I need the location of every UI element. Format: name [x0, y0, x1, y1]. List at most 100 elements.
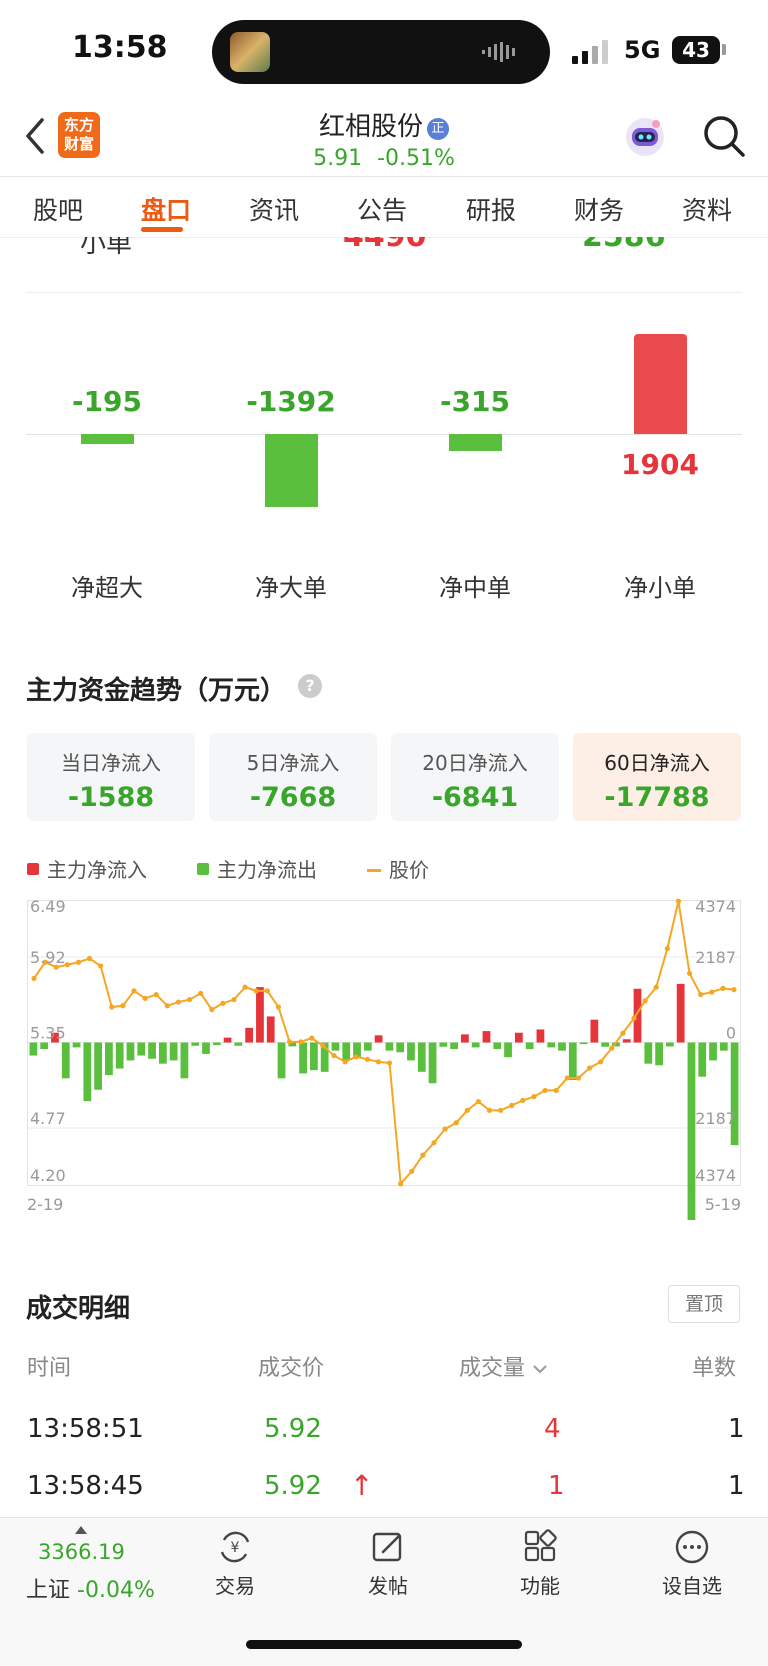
price-point — [220, 1000, 226, 1006]
nav-label: 交易 — [215, 1574, 255, 1598]
outflow-bar — [450, 1042, 459, 1050]
fund-trend-chart[interactable]: 6.49 5.92 5.35 4.77 4.20 4374 2187 0 2187 4374 2-… — [0, 890, 768, 1220]
svg-text:¥: ¥ — [231, 1540, 240, 1556]
legend-price: 股价 — [367, 854, 429, 883]
price-point — [486, 1107, 493, 1113]
header-volume-sort[interactable]: 成交量 — [459, 1350, 548, 1382]
price-point — [575, 1075, 582, 1081]
outflow-bar — [180, 1042, 189, 1079]
tab-finance[interactable]: 财务 — [574, 191, 624, 227]
price-point — [475, 1099, 482, 1105]
price-point — [286, 1039, 293, 1045]
inflow-bar — [223, 1037, 232, 1043]
nav-trade[interactable]: ¥ 交易 — [175, 1528, 295, 1599]
expand-up-icon — [75, 1526, 87, 1534]
outflow-bar — [158, 1042, 167, 1064]
robot-assistant-icon[interactable] — [622, 114, 668, 160]
outflow-bar — [568, 1042, 577, 1080]
outflow-bar — [493, 1042, 502, 1050]
tab-bar: 股吧 盘口 资讯 公告 研报 财务 资料 — [0, 176, 768, 238]
card-5day-net-inflow[interactable]: 5日净流入 -7668 — [209, 733, 377, 821]
price-point — [586, 1065, 593, 1071]
price-point — [31, 975, 37, 982]
stock-name: 红相股份 — [318, 112, 423, 142]
outflow-bar — [234, 1042, 243, 1046]
card-60day-net-inflow[interactable]: 60日净流入 -17788 — [573, 733, 741, 821]
dynamic-island[interactable] — [212, 20, 550, 84]
outflow-bar — [94, 1042, 103, 1090]
inflow-bar — [256, 987, 264, 1043]
help-icon[interactable]: ? — [298, 674, 322, 698]
card-today-net-inflow[interactable]: 当日净流入 -1588 — [27, 733, 195, 821]
price-point — [253, 988, 259, 994]
card-20day-net-inflow[interactable]: 20日净流入 -6841 — [391, 733, 559, 821]
price-point — [264, 988, 270, 994]
tab-pankou[interactable]: 盘口 — [141, 191, 191, 227]
outflow-bar — [417, 1042, 426, 1072]
price-point — [709, 989, 715, 995]
trade-icon: ¥ — [220, 1531, 250, 1563]
legend-label: 主力净流入 — [47, 858, 147, 882]
search-icon[interactable] — [700, 112, 748, 160]
outflow-bar — [126, 1042, 135, 1061]
price-point — [620, 1030, 626, 1036]
price-point — [75, 959, 82, 965]
outflow-bar — [719, 1042, 728, 1051]
pin-top-button[interactable]: 置顶 — [668, 1285, 740, 1323]
legend-label: 主力净流出 — [217, 858, 317, 882]
more-dots-icon — [675, 1530, 709, 1564]
tab-research[interactable]: 研报 — [466, 191, 516, 227]
trade-row-2-price: 5.92 — [264, 1471, 322, 1501]
header-time: 时间 — [27, 1356, 72, 1381]
bar-value-large: -1392 — [246, 385, 336, 418]
price-point — [142, 995, 148, 1001]
tab-profile[interactable]: 资料 — [682, 191, 732, 227]
nav-add-watchlist[interactable]: 设自选 — [632, 1528, 752, 1599]
outflow-bar — [407, 1042, 415, 1061]
status-time: 13:58 — [72, 30, 168, 65]
outflow-bar — [115, 1042, 124, 1069]
price-point — [109, 1004, 115, 1010]
outflow-bar — [698, 1042, 707, 1077]
price-point — [120, 1003, 126, 1009]
grid-icon — [524, 1529, 557, 1562]
price-point — [564, 1075, 570, 1081]
outflow-bar — [396, 1042, 405, 1053]
price-point — [420, 1152, 426, 1158]
bar-value-medium: -315 — [439, 385, 511, 418]
small-order-outflow: 2586 — [582, 237, 666, 254]
outflow-bar — [191, 1042, 200, 1046]
battery-tip — [722, 44, 726, 55]
trade-row-1-price: 5.92 — [264, 1414, 322, 1444]
price-point — [442, 1126, 448, 1132]
active-tab-indicator — [141, 227, 183, 232]
inflow-bar — [461, 1034, 469, 1043]
price-point — [375, 1059, 382, 1065]
inflow-bar — [676, 983, 685, 1043]
price-point — [642, 998, 648, 1004]
inflow-bar — [514, 1032, 523, 1043]
nav-functions[interactable]: 功能 — [480, 1528, 600, 1599]
outflow-bar — [277, 1042, 286, 1079]
tab-guba[interactable]: 股吧 — [33, 191, 83, 227]
outflow-bar — [687, 1042, 696, 1220]
flow-axis-tick: 2187 — [695, 948, 736, 967]
nav-post[interactable]: 发帖 — [328, 1528, 448, 1599]
trade-row-1-time: 13:58:51 — [27, 1414, 144, 1444]
legend-swatch-outflow — [197, 863, 209, 875]
price-point — [720, 985, 726, 991]
price-point — [342, 1059, 348, 1065]
outflow-bar — [105, 1042, 113, 1076]
price-axis-tick: 5.92 — [30, 948, 66, 967]
outflow-bar — [558, 1042, 566, 1051]
outflow-bar — [428, 1042, 437, 1084]
battery-icon: 43 — [672, 36, 720, 64]
tab-announcements[interactable]: 公告 — [357, 191, 407, 227]
tab-news[interactable]: 资讯 — [249, 191, 299, 227]
price-point — [353, 1054, 359, 1060]
flow-axis-tick: 4374 — [695, 897, 736, 916]
bar-label-medium: 净中单 — [439, 574, 511, 602]
bar-net-super-large — [81, 434, 134, 445]
price-point — [653, 984, 659, 990]
outflow-bar — [83, 1042, 92, 1102]
